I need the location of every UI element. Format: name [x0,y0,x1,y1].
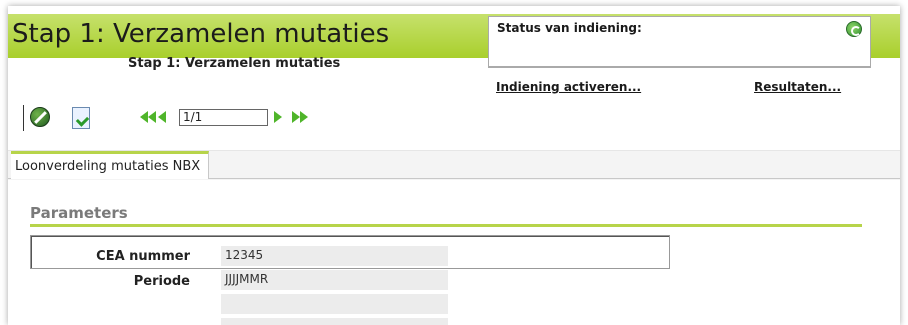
empty-field[interactable] [221,294,448,314]
period-label: Periode [133,274,190,289]
app-frame: Stap 1: Verzamelen mutaties Stap 1: Verz… [8,6,900,325]
cea-number-field[interactable]: 12345 [221,246,448,266]
page-title: Stap 1: Verzamelen mutaties [12,19,390,49]
next-page-icon[interactable] [274,110,282,124]
section-divider [30,224,862,227]
refresh-icon[interactable] [846,21,862,37]
toolbar-divider [23,105,24,131]
period-field[interactable]: JJJJMMR [221,270,448,290]
validate-document-icon[interactable] [72,107,90,129]
previous-page-icon[interactable] [158,110,166,124]
page-subtitle: Stap 1: Verzamelen mutaties [128,56,341,71]
cea-number-label: CEA nummer [96,249,190,264]
activate-submission-link[interactable]: Indiening activeren... [496,80,641,94]
status-panel: Status van indiening: [488,16,871,68]
section-title: Parameters [30,204,128,222]
results-link[interactable]: Resultaten... [754,80,841,94]
page-number-input[interactable]: 1/1 [179,109,268,126]
tab-loonverdeling[interactable]: Loonverdeling mutaties NBX [11,151,210,179]
empty-field[interactable] [221,318,448,325]
last-page-icon[interactable] [292,110,308,124]
status-divider [489,66,870,67]
status-label: Status van indiening: [497,21,642,35]
block-icon[interactable] [30,107,50,127]
first-page-icon[interactable] [140,110,156,124]
